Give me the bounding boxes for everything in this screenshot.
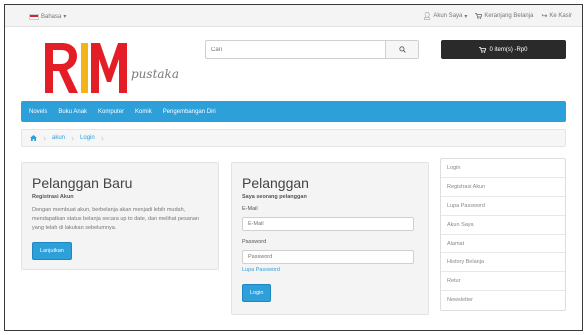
caret-down-icon: ▾ [63,14,67,20]
password-field[interactable] [242,250,414,264]
share-arrow-icon: ↪ [541,13,548,20]
sidebar-item-newsletter[interactable]: Newsletter [441,291,565,310]
sidebar-item-history-belanja[interactable]: History Belanja [441,253,565,273]
continue-button[interactable]: Lanjutkan [32,242,72,260]
cart-button-label: 0 item(s) -Rp0 [489,46,528,53]
nav-item-buku-anak[interactable]: Buku Anak [58,109,87,115]
breadcrumb-separator: › [71,133,75,143]
top-bar: Bahasa ▾ 👤︎ Akun Saya ▾ Keranjang Belanj… [5,5,582,27]
new-customer-panel: Pelanggan Baru Registrasi Akun Dengan me… [21,162,219,270]
sidebar-item-login[interactable]: Login [441,159,565,178]
sidebar-item-retur[interactable]: Retur [441,272,565,292]
indonesia-flag-icon [29,13,39,20]
user-icon: 👤︎ [422,13,432,20]
password-label: Password [242,239,267,245]
login-button[interactable]: Login [242,284,272,302]
returning-customer-subtitle: Saya seorang pelanggan [242,194,307,200]
breadcrumb: › akun › Login › [21,129,566,147]
email-label: E-Mail [242,206,258,212]
new-customer-subtitle: Registrasi Akun [32,194,74,200]
forgot-password-link[interactable]: Lupa Password [242,267,418,273]
breadcrumb-separator: › [43,133,46,143]
search-box [205,40,419,59]
shopping-cart-icon [479,46,487,53]
new-customer-title: Pelanggan Baru [32,175,133,191]
nav-item-komputer[interactable]: Komputer [98,109,124,115]
home-icon[interactable] [30,135,37,141]
search-button[interactable] [385,41,418,58]
top-links: 👤︎ Akun Saya ▾ Keranjang Belanja ↪ Ke Ka… [422,12,572,20]
breadcrumb-separator: › [100,133,104,143]
sidebar-item-lupa-password[interactable]: Lupa Password [441,197,565,216]
email-field[interactable] [242,217,414,231]
checkout-link[interactable]: ↪ Ke Kasir [541,12,572,20]
account-label: Akun Saya [433,13,463,19]
sidebar-item-akun-saya[interactable]: Akun Saya [441,216,565,235]
nav-item-komik[interactable]: Komik [135,109,152,115]
new-customer-text: Dengan membuat akun, berbelanja akan men… [32,207,199,231]
language-label: Bahasa [41,13,62,20]
main-nav: Novels Buku Anak Komputer Komik Pengemba… [21,101,566,122]
cart-link-label: Keranjang Belanja [484,13,534,19]
breadcrumb-akun[interactable]: akun [52,135,65,141]
returning-customer-panel: Pelanggan Saya seorang pelanggan E-Mail … [231,162,429,315]
account-sidebar: Login Registrasi Akun Lupa Password Akun… [440,158,566,312]
logo-text: pustaka [131,67,179,81]
sidebar-item-registrasi-akun[interactable]: Registrasi Akun [441,178,565,197]
breadcrumb-login[interactable]: Login [80,135,95,141]
checkout-label: Ke Kasir [549,13,572,19]
site-logo[interactable]: pustaka [41,35,181,101]
page-frame: Bahasa ▾ 👤︎ Akun Saya ▾ Keranjang Belanj… [4,4,583,331]
shopping-cart-icon [475,13,483,19]
search-icon [398,46,406,53]
sidebar-item-alamat[interactable]: Alamat [441,235,565,254]
language-selector[interactable]: Bahasa ▾ [29,13,66,20]
nav-item-pengembangan-diri[interactable]: Pengembangan Diri [163,109,216,115]
cart-link[interactable]: Keranjang Belanja [475,12,533,20]
caret-down-icon: ▾ [464,13,468,20]
cart-button[interactable]: 0 item(s) -Rp0 [441,40,566,59]
returning-customer-title: Pelanggan [242,175,309,191]
search-input[interactable] [206,41,386,58]
account-link[interactable]: 👤︎ Akun Saya ▾ [422,12,467,20]
nav-item-novels[interactable]: Novels [29,109,47,115]
